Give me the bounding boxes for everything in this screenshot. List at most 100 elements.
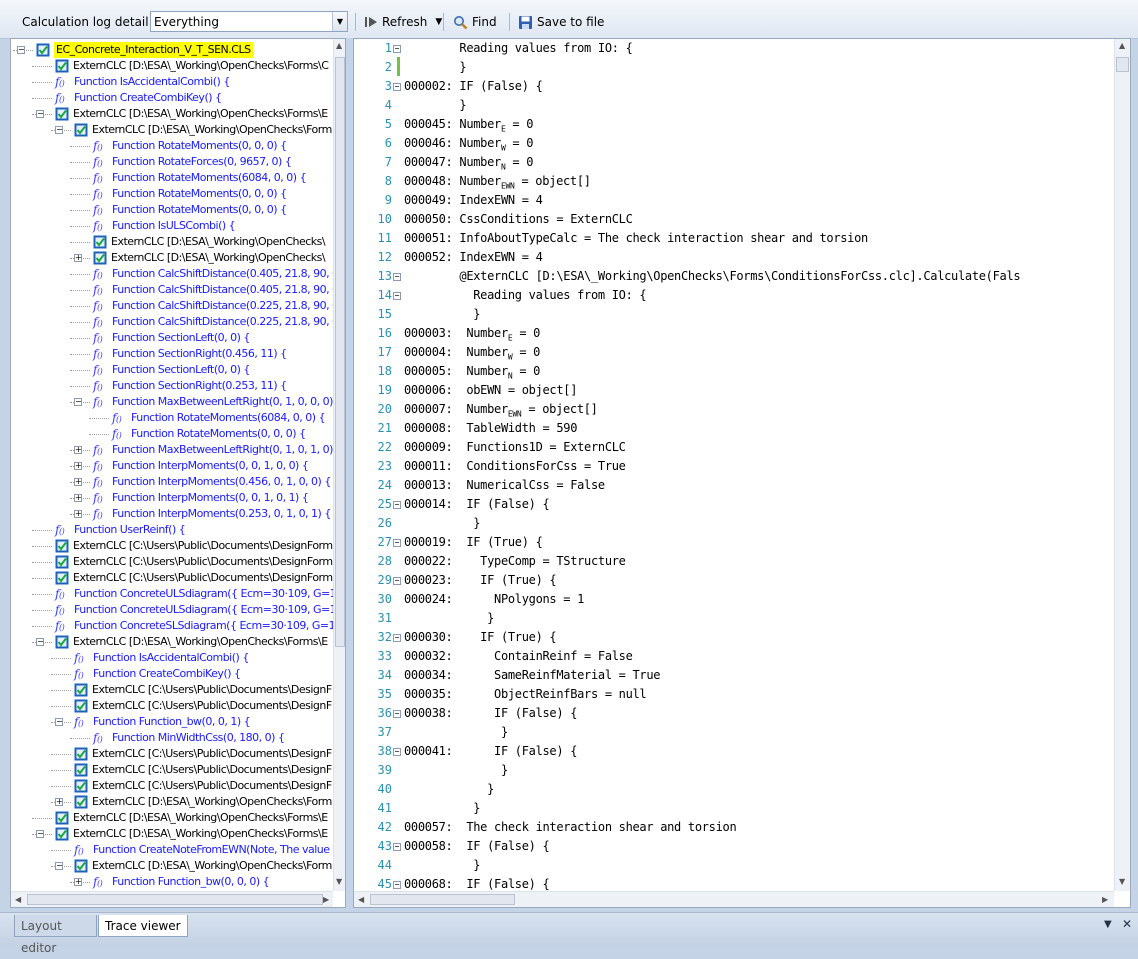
tree-node[interactable]: ExternCLC [C:\Users\Public\Documents\Des… [11,570,333,586]
tree-node[interactable]: − ExternCLC [D:\ESA\_Working\OpenChecks\F… [11,858,333,874]
close-icon[interactable]: ✕ [1122,917,1132,931]
expand-icon[interactable]: + [74,878,82,886]
fold-icon[interactable]: − [393,577,401,585]
scroll-down-icon[interactable]: ▼ [336,877,342,886]
tree-node[interactable]: f() Function SectionRight(0.456, 11) { [11,346,333,362]
collapse-icon[interactable]: − [55,718,63,726]
tree-node[interactable]: f() Function IsAccidentalCombi() { [11,74,333,90]
tree-node[interactable]: ExternCLC [D:\ESA\_Working\OpenChecks\Fo… [11,58,333,74]
scroll-up-icon[interactable]: ▲ [1119,41,1125,50]
tree-vertical-scrollbar[interactable]: ▲ ▼ [333,39,345,891]
tree-node[interactable]: − ExternCLC [D:\ESA\_Working\OpenChecks\F… [11,106,333,122]
scroll-left-icon[interactable]: ◀ [15,895,21,904]
tree-node[interactable]: f() Function ConcreteULSdiagram({ Ecm=30·… [11,586,333,602]
tree-node[interactable]: f() Function SectionLeft(0, 0) { [11,362,333,378]
scroll-thumb[interactable] [1116,57,1129,72]
tree-node[interactable]: ExternCLC [C:\Users\Public\Documents\Des… [11,762,333,778]
tree-node[interactable]: ExternCLC [C:\Users\Public\Documents\Des… [11,682,333,698]
tree-node[interactable]: f() Function UserReinf() { [11,522,333,538]
fold-icon[interactable]: − [393,273,401,281]
scroll-thumb[interactable] [335,57,345,647]
tree-node[interactable]: ExternCLC [D:\ESA\_Working\OpenChecks\ [11,234,333,250]
tree-node[interactable]: f() Function RotateMoments(0, 0, 0) { [11,426,333,442]
expand-icon[interactable]: + [74,478,82,486]
tree-node[interactable]: f() Function CalcShiftDistance(0.225, 21.… [11,298,333,314]
tree-node[interactable]: f() Function RotateForces(0, 9657, 0) { [11,154,333,170]
expand-icon[interactable]: + [74,510,82,518]
scroll-thumb[interactable] [27,894,323,905]
tree-node[interactable]: f() Function CalcShiftDistance(0.225, 21.… [11,314,333,330]
tree-node[interactable]: f() Function RotateMoments(0, 0, 0) { [11,202,333,218]
fold-icon[interactable]: − [393,881,401,889]
tree-node[interactable]: f() Function ConcreteSLSdiagram({ Ecm=30·… [11,618,333,634]
fold-icon[interactable]: − [393,710,401,718]
expand-icon[interactable]: + [55,798,63,806]
tree-node[interactable]: − ExternCLC [D:\ESA\_Working\OpenChecks\F… [11,826,333,842]
tree-node[interactable]: + f() Function MaxBetweenLeftRight(0, 1, 0… [11,442,333,458]
tree-node[interactable]: f() Function RotateMoments(0, 0, 0) { [11,186,333,202]
tab-layout-editor[interactable]: Layout editor [14,915,97,955]
fold-icon[interactable]: − [393,83,401,91]
scroll-down-icon[interactable]: ▼ [1119,877,1125,886]
chevron-down-icon[interactable]: ▼ [332,12,347,31]
code-vertical-scrollbar[interactable]: ▲ ▼ [1114,39,1130,891]
tree-node[interactable]: f() Function IsAccidentalCombi() { [11,650,333,666]
collapse-icon[interactable]: − [74,398,82,406]
expand-icon[interactable]: + [74,446,82,454]
trace-code-view[interactable]: 1− Reading values from IO: {2 } 3−000002:… [354,39,1114,891]
tree-node[interactable]: − f() Function Function_bw(0, 0, 1) { [11,714,333,730]
scroll-up-icon[interactable]: ▲ [336,41,342,50]
tree-node[interactable]: f() Function CalcShiftDistance(0.405, 21.… [11,282,333,298]
panel-splitter[interactable] [346,38,353,908]
tree-node[interactable]: + f() Function InterpMoments(0.253, 0, 1, … [11,506,333,522]
fold-icon[interactable]: − [393,292,401,300]
scroll-right-icon[interactable]: ▶ [323,895,329,904]
tree-node[interactable]: f() Function CreateCombiKey() { [11,90,333,106]
fold-icon[interactable]: − [393,843,401,851]
collapse-icon[interactable]: − [36,110,44,118]
expand-icon[interactable]: + [74,462,82,470]
fold-icon[interactable]: − [393,501,401,509]
log-detail-select[interactable]: Everything ▼ [150,11,348,32]
save-to-file-button[interactable]: Save to file [518,12,604,32]
find-button[interactable]: Find [453,12,497,32]
tab-trace-viewer[interactable]: Trace viewer [98,915,188,937]
collapse-icon[interactable]: − [55,126,63,134]
expand-icon[interactable]: + [74,494,82,502]
collapse-icon[interactable]: − [17,46,25,54]
scroll-right-icon[interactable]: ▶ [1102,895,1108,904]
fold-icon[interactable]: − [393,634,401,642]
call-tree[interactable]: − EC_Concrete_Interaction_V_T_SEN.CLS Exte… [11,39,333,891]
tree-node[interactable]: + f() Function InterpMoments(0, 0, 1, 0, 1… [11,490,333,506]
tree-node[interactable]: + f() Function InterpMoments(0, 0, 1, 0, 0… [11,458,333,474]
fold-icon[interactable]: − [393,45,401,53]
tree-node[interactable]: ExternCLC [C:\Users\Public\Documents\Des… [11,698,333,714]
tree-node[interactable]: − ExternCLC [D:\ESA\_Working\OpenChecks\F… [11,634,333,650]
collapse-icon[interactable]: − [36,638,44,646]
expand-icon[interactable]: + [74,254,82,262]
tree-node[interactable]: ExternCLC [C:\Users\Public\Documents\Des… [11,778,333,794]
tree-node[interactable]: f() Function CreateNoteFromEWN(Note, The … [11,842,333,858]
scroll-thumb[interactable] [370,894,515,905]
tree-node[interactable]: f() Function CreateCombiKey() { [11,666,333,682]
tree-node[interactable]: ExternCLC [C:\Users\Public\Documents\Des… [11,538,333,554]
tree-node[interactable]: f() Function IsULSCombi() { [11,218,333,234]
tree-node[interactable]: + ExternCLC [D:\ESA\_Working\OpenChecks\ [11,250,333,266]
tree-node[interactable]: − f() Function MaxBetweenLeftRight(0, 1, 0… [11,394,333,410]
tree-horizontal-scrollbar[interactable]: ◀ ▶ [11,891,333,907]
refresh-button[interactable]: Refresh ▼ [364,12,442,32]
collapse-icon[interactable]: − [36,830,44,838]
fold-icon[interactable]: − [393,539,401,547]
chevron-down-icon[interactable]: ▼ [435,17,442,27]
chevron-down-icon[interactable]: ▼ [1104,919,1112,930]
tree-node[interactable]: ExternCLC [C:\Users\Public\Documents\Des… [11,554,333,570]
tree-node[interactable]: f() Function SectionRight(0.253, 11) { [11,378,333,394]
tree-node[interactable]: + ExternCLC [D:\ESA\_Working\OpenChecks\F… [11,794,333,810]
tree-node[interactable]: f() Function SectionLeft(0, 0) { [11,330,333,346]
tree-node[interactable]: + f() Function InterpMoments(0.456, 0, 1, … [11,474,333,490]
tree-node[interactable]: f() Function MinWidthCss(0, 180, 0) { [11,730,333,746]
scroll-left-icon[interactable]: ◀ [358,895,364,904]
code-horizontal-scrollbar[interactable]: ◀ ▶ [354,891,1114,907]
tree-node[interactable]: f() Function RotateMoments(6084, 0, 0) { [11,170,333,186]
tree-node[interactable]: f() Function RotateMoments(6084, 0, 0) { [11,410,333,426]
